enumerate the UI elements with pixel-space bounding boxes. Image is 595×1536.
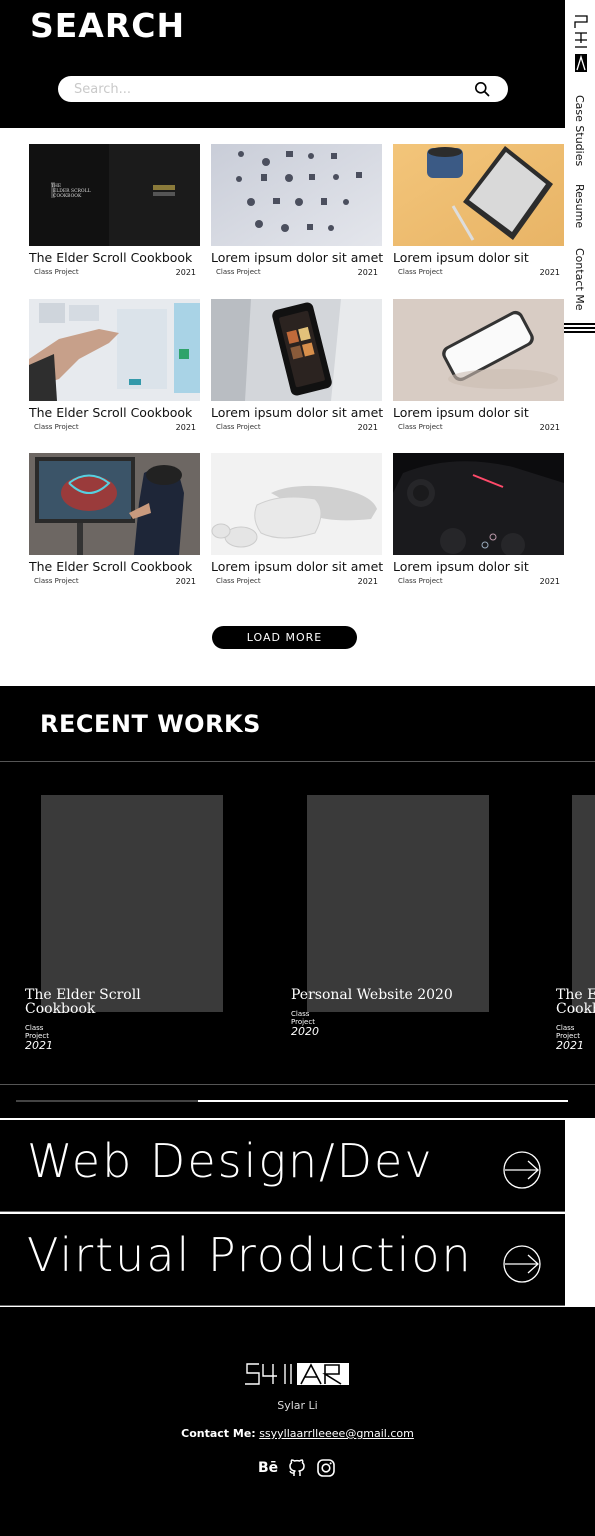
recent-work-image	[572, 795, 595, 1012]
nav-resume[interactable]: Resume	[573, 184, 586, 228]
card-year: 2021	[357, 577, 378, 586]
category-web-design[interactable]: Web Design/Dev	[0, 1120, 565, 1212]
card-subtitle: Class Project	[398, 268, 443, 276]
card-year: 2021	[175, 423, 196, 432]
card-year: 2021	[539, 268, 560, 277]
category-virtual-production[interactable]: Virtual Production	[0, 1214, 565, 1306]
recent-work-subtitle: Class Project	[556, 1024, 580, 1040]
project-thumbnail	[211, 299, 382, 401]
recent-work-title-line2: Cookbook	[25, 1001, 96, 1017]
divider	[0, 1084, 595, 1085]
card-title: The Elder Scroll Cookbook	[29, 559, 193, 574]
logo-icon[interactable]	[245, 1362, 350, 1386]
card-title: Lorem ipsum dolor sit	[393, 250, 529, 265]
category-title: Web Design/Dev	[27, 1134, 434, 1188]
card-subtitle: Class Project	[398, 577, 443, 585]
card-year: 2021	[357, 423, 378, 432]
project-thumbnail	[29, 453, 200, 555]
card-year: 2021	[175, 577, 196, 586]
nav-contact-me[interactable]: Contact Me	[573, 248, 586, 311]
arrow-right-icon[interactable]	[502, 1244, 542, 1284]
recent-work-year: 2020	[291, 1025, 319, 1038]
search-input[interactable]	[74, 79, 454, 99]
category-title: Virtual Production	[27, 1228, 473, 1282]
project-thumbnail	[393, 144, 564, 246]
card-year: 2021	[357, 268, 378, 277]
search-bar[interactable]	[58, 76, 508, 102]
recent-work-year: 2021	[25, 1039, 53, 1052]
recent-work-year: 2021	[556, 1039, 584, 1052]
github-icon[interactable]	[287, 1458, 307, 1478]
card-title: Lorem ipsum dolor sit	[393, 405, 529, 420]
contact-label: Contact Me:	[181, 1427, 256, 1440]
card-title: Lorem ipsum dolor sit amet	[211, 559, 384, 574]
recent-work-image	[307, 795, 489, 1012]
card-year: 2021	[539, 423, 560, 432]
recent-work-image	[41, 795, 223, 1012]
instagram-icon[interactable]	[316, 1458, 336, 1478]
project-thumbnail	[393, 453, 564, 555]
search-icon[interactable]	[474, 81, 490, 97]
email-link[interactable]: ssyyllaarrlleeee@gmail.com	[259, 1427, 414, 1440]
carousel-scrollbar-thumb[interactable]	[16, 1100, 198, 1102]
card-title: Lorem ipsum dolor sit amet	[211, 250, 384, 265]
card-subtitle: Class Project	[398, 423, 443, 431]
search-header: SEARCH	[0, 0, 565, 128]
recent-work-title: The Elder Scroll	[556, 987, 595, 1003]
card-title: Lorem ipsum dolor sit	[393, 559, 529, 574]
load-more-button[interactable]: LOAD MORE	[212, 626, 357, 649]
nav-bars-icon	[563, 323, 595, 335]
recent-work-subtitle: Class Project	[25, 1024, 49, 1040]
behance-icon[interactable]: Bē	[258, 1458, 278, 1478]
divider	[0, 761, 595, 762]
recent-work-title: The Elder Scroll	[25, 987, 141, 1003]
card-subtitle: Class Project	[216, 268, 261, 276]
recent-work-title-line2: Cookbook	[556, 1001, 595, 1017]
project-thumbnail	[29, 299, 200, 401]
project-thumbnail	[211, 144, 382, 246]
recent-work-title: Personal Website 2020	[291, 987, 453, 1003]
nav-case-studies[interactable]: Case Studies	[573, 95, 586, 166]
recent-works-title: RECENT WORKS	[40, 710, 261, 738]
contact-line: Contact Me: ssyyllaarrlleeee@gmail.com	[0, 1427, 595, 1440]
arrow-right-icon[interactable]	[502, 1150, 542, 1190]
card-subtitle: Class Project	[34, 423, 79, 431]
card-title: Lorem ipsum dolor sit amet	[211, 405, 384, 420]
project-thumbnail	[393, 299, 564, 401]
card-title: The Elder Scroll Cookbook	[29, 405, 193, 420]
svg-text:COOKBOOK: COOKBOOK	[53, 193, 82, 199]
card-title: The Elder Scroll Cookbook	[29, 250, 193, 265]
author-name: Sylar Li	[277, 1399, 318, 1412]
card-subtitle: Class Project	[216, 423, 261, 431]
recent-works-section: RECENT WORKS The Elder Scroll Cookbook C…	[0, 686, 595, 1118]
project-thumbnail	[211, 453, 382, 555]
card-subtitle: Class Project	[34, 268, 79, 276]
recent-work-subtitle: Class Project	[291, 1010, 315, 1026]
footer: Sylar Li Contact Me: ssyyllaarrlleeee@gm…	[0, 1307, 595, 1536]
page-title: SEARCH	[30, 6, 186, 45]
logo-icon[interactable]	[573, 14, 589, 74]
card-subtitle: Class Project	[34, 577, 79, 585]
card-subtitle: Class Project	[216, 577, 261, 585]
card-year: 2021	[175, 268, 196, 277]
card-year: 2021	[539, 577, 560, 586]
project-thumbnail: THE ELDER SCROLL COOKBOOK	[29, 144, 200, 246]
